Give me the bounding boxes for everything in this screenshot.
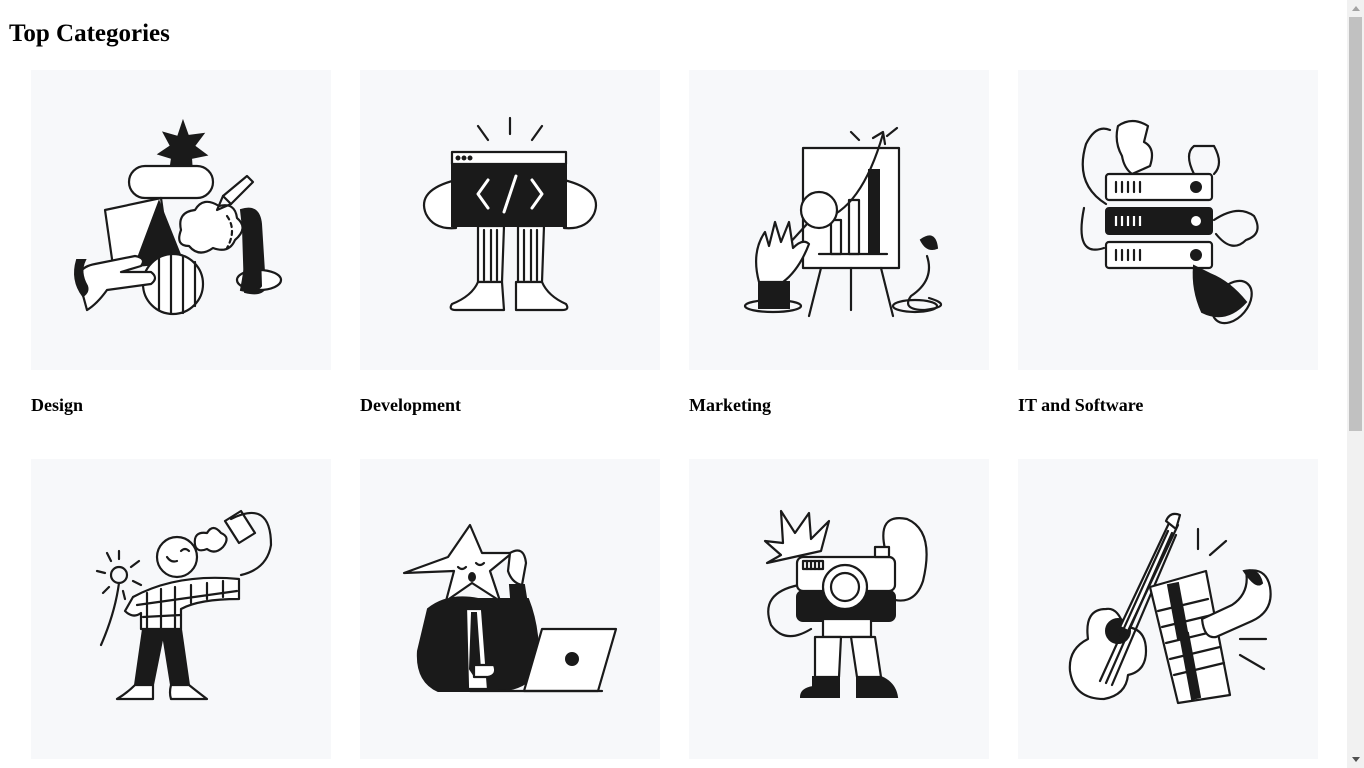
page-title: Top Categories — [9, 20, 170, 47]
vertical-scrollbar[interactable] — [1347, 0, 1364, 768]
scroll-up-arrow-icon[interactable] — [1347, 0, 1364, 17]
category-card-design[interactable]: Design — [31, 70, 331, 415]
marketing-illustration[interactable] — [689, 70, 989, 370]
category-card-it-and-software[interactable]: IT and Software — [1018, 70, 1318, 415]
category-label[interactable]: Design — [31, 395, 331, 415]
category-card-photography[interactable] — [689, 459, 989, 768]
category-label[interactable]: Marketing — [689, 395, 989, 415]
category-card-development[interactable]: Development — [360, 70, 660, 415]
it-software-illustration[interactable] — [1018, 70, 1318, 370]
main-content: Top Categories Design Development Market… — [0, 0, 1347, 768]
photography-illustration[interactable] — [689, 459, 989, 759]
category-card-marketing[interactable]: Marketing — [689, 70, 989, 415]
category-label[interactable]: IT and Software — [1018, 395, 1318, 415]
category-card-business[interactable] — [360, 459, 660, 768]
page: Top Categories Design Development Market… — [0, 0, 1364, 768]
business-illustration[interactable] — [360, 459, 660, 759]
personal-development-illustration[interactable] — [31, 459, 331, 759]
scrollbar-thumb[interactable] — [1349, 17, 1362, 431]
category-card-personal-development[interactable] — [31, 459, 331, 768]
development-illustration[interactable] — [360, 70, 660, 370]
category-card-music[interactable] — [1018, 459, 1318, 768]
category-label[interactable]: Development — [360, 395, 660, 415]
design-illustration[interactable] — [31, 70, 331, 370]
music-illustration[interactable] — [1018, 459, 1318, 759]
scroll-down-arrow-icon[interactable] — [1347, 751, 1364, 768]
